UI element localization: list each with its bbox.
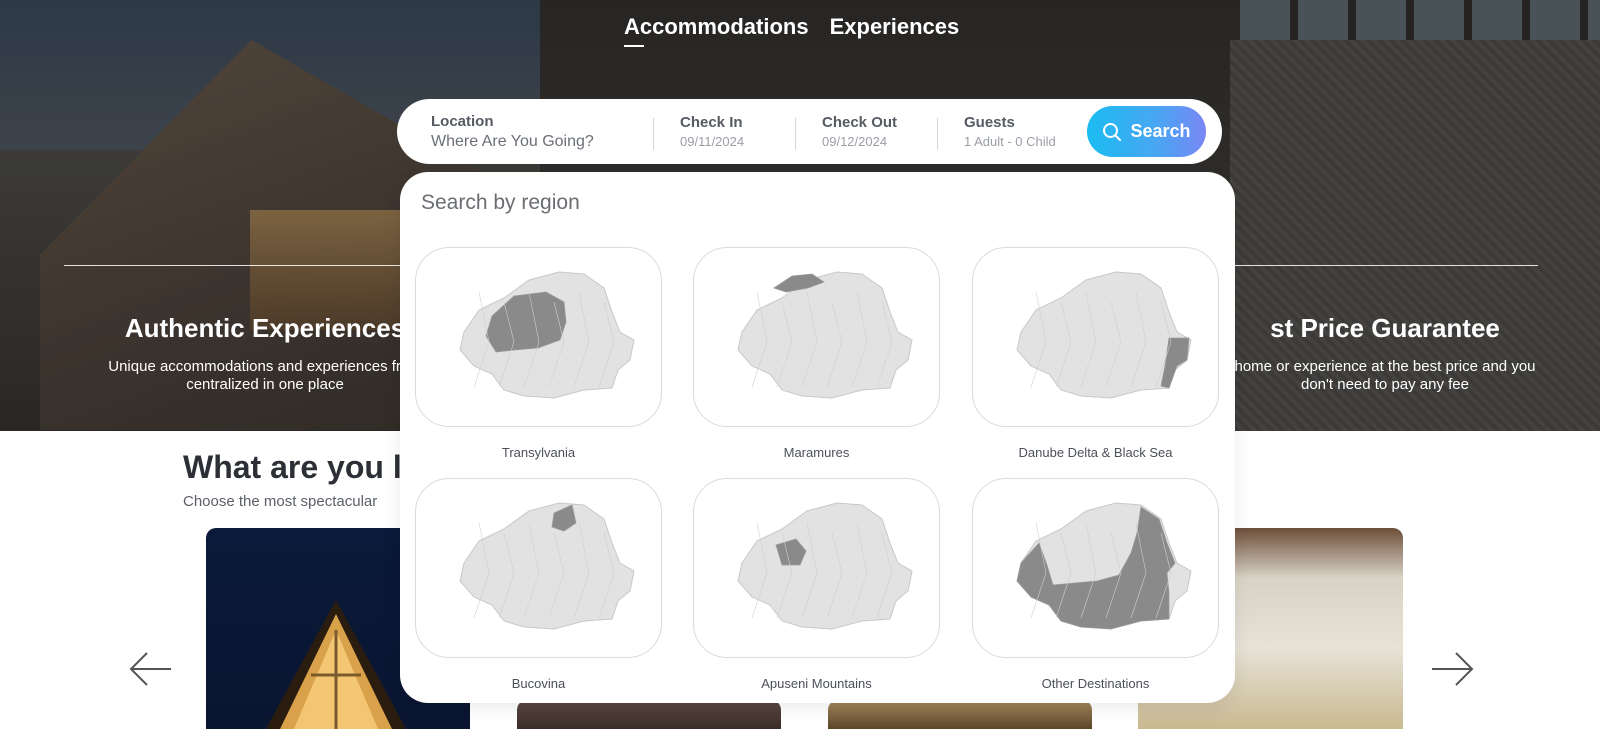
feature-price-line2: don't need to pay any fee [1301,376,1469,393]
category-tabs: Accommodations Experiences [624,14,960,47]
feature-price-line1: home or experience at the best price and… [1234,358,1536,375]
region-card-transylvania[interactable]: Transylvania [415,247,662,460]
feature-price-text: home or experience at the best price and… [1180,358,1590,394]
carousel-prev-arrow-icon[interactable] [129,651,173,687]
checkout-value: 09/12/2024 [822,134,888,149]
separator [937,118,938,150]
region-card-bucovina[interactable]: Bucovina [415,478,662,691]
region-name-bucovina: Bucovina [511,676,566,691]
section-title: What are you l [183,449,402,485]
guests-value: 1 Adult - 0 Child [964,134,1056,149]
search-button[interactable]: Search [1087,106,1206,157]
bucovina-map-icon [458,502,635,630]
region-name-danube-delta: Danube Delta & Black Sea [1018,445,1173,460]
section-subtitle: Choose the most spectacular [183,493,378,510]
search-button-label: Search [1130,121,1191,141]
guests-label: Guests [964,114,1015,131]
carousel-next-arrow-icon[interactable] [1430,651,1474,687]
a-frame-cabin-image [266,600,406,729]
map-outline [736,271,913,399]
map-outline [458,502,635,630]
region-name-maramures: Maramures [783,445,850,460]
tab-accommodations[interactable]: Accommodations [624,14,809,47]
feature-authentic-line1: Unique accommodations and experiences fr… [108,358,422,375]
location-field[interactable]: Location [431,99,631,164]
region-card-danube-delta[interactable]: Danube Delta & Black Sea [972,247,1219,460]
transylvania-map-icon [458,271,635,399]
separator [653,118,654,150]
region-dropdown: Search by region Transylvania Maramures … [400,172,1235,703]
separator [795,118,796,150]
apuseni-map-icon [736,502,913,630]
tab-experiences[interactable]: Experiences [830,14,960,40]
region-card-maramures[interactable]: Maramures [693,247,940,460]
guests-field[interactable]: Guests 1 Adult - 0 Child [964,99,1056,164]
listing-card[interactable] [517,700,781,729]
region-card-apuseni[interactable]: Apuseni Mountains [693,478,940,691]
location-input[interactable] [431,132,631,151]
feature-price-title: st Price Guarantee [1270,313,1500,343]
location-label: Location [431,112,494,130]
feature-authentic-line2: centralized in one place [186,376,344,393]
map-outline [736,502,913,630]
search-icon [1103,122,1122,141]
region-card-other[interactable]: Other Destinations [972,478,1219,691]
region-panel-title: Search by region [421,191,580,214]
danube-delta-map-icon [1015,271,1192,399]
region-name-apuseni: Apuseni Mountains [761,676,872,691]
other-destinations-map-icon [1015,502,1192,630]
checkin-value: 09/11/2024 [680,134,745,149]
feature-price: st Price Guarantee home or experience at… [1180,313,1590,394]
region-name-transylvania: Transylvania [501,445,576,460]
checkout-label: Check Out [822,114,898,131]
checkin-field[interactable]: Check In 09/11/2024 [680,99,744,164]
checkout-field[interactable]: Check Out 09/12/2024 [822,99,897,164]
listing-card[interactable] [828,700,1092,729]
search-bar: Location Check In 09/11/2024 Check Out 0… [397,99,1222,164]
checkin-label: Check In [680,114,743,131]
region-name-other: Other Destinations [1041,676,1150,691]
maramures-map-icon [736,271,913,399]
